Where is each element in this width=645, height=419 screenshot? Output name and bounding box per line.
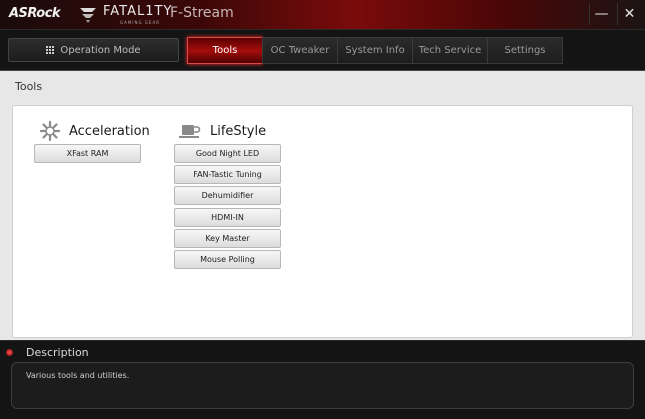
tab-system-info[interactable]: System Info — [337, 37, 413, 64]
description-title: Description — [26, 346, 89, 359]
section-title: Tools — [15, 80, 43, 93]
tab-settings[interactable]: Settings — [487, 37, 563, 64]
lifestyle-title: LifeStyle — [210, 123, 267, 139]
tools-panel: Acceleration XFast RAM LifeStyle Good Ni… — [12, 105, 633, 338]
dehumidifier-button[interactable]: Dehumidifier — [174, 186, 281, 205]
app-title: F-Stream — [170, 5, 234, 21]
minimize-button[interactable]: — — [589, 3, 613, 25]
acceleration-header: Acceleration — [39, 120, 150, 142]
operation-mode-label: Operation Mode — [60, 44, 141, 56]
hdmi-in-button[interactable]: HDMI-IN — [174, 208, 281, 227]
lifestyle-header: LifeStyle — [178, 121, 266, 141]
mouse-polling-button[interactable]: Mouse Polling — [174, 250, 281, 269]
description-box: Various tools and utilities. — [11, 362, 634, 409]
title-bar: ASRock FATAL1TY GAMING GEAR F-Stream — ✕ — [0, 0, 645, 30]
key-master-button[interactable]: Key Master — [174, 229, 281, 248]
coffee-cup-icon — [179, 125, 201, 138]
description-indicator-icon — [6, 349, 13, 356]
description-text: Various tools and utilities. — [26, 371, 130, 380]
fan-tastic-tuning-button[interactable]: FAN-Tastic Tuning — [174, 165, 281, 184]
gear-icon — [39, 120, 61, 142]
tools-section: Tools Acceleration XFast RAM LifeStyle G… — [0, 70, 645, 340]
operation-mode-button[interactable]: Operation Mode — [8, 38, 179, 62]
close-button[interactable]: ✕ — [617, 3, 641, 25]
grid-icon — [46, 46, 55, 54]
nav-bar: Operation Mode Tools OC Tweaker System I… — [0, 30, 645, 70]
acceleration-title: Acceleration — [69, 123, 150, 139]
tab-oc-tweaker[interactable]: OC Tweaker — [262, 37, 338, 64]
good-night-led-button[interactable]: Good Night LED — [174, 144, 281, 163]
fatality-subtitle: GAMING GEAR — [120, 20, 160, 25]
description-panel: Description Various tools and utilities. — [0, 340, 645, 419]
xfast-ram-button[interactable]: XFast RAM — [34, 144, 141, 163]
tab-tools[interactable]: Tools — [187, 37, 263, 64]
fatality-logo-icon — [80, 8, 96, 23]
fatality-wordmark: FATAL1TY — [103, 4, 173, 19]
main-tabs: Tools OC Tweaker System Info Tech Servic… — [187, 37, 563, 64]
tab-tech-service[interactable]: Tech Service — [412, 37, 488, 64]
asrock-logo: ASRock — [9, 6, 61, 21]
